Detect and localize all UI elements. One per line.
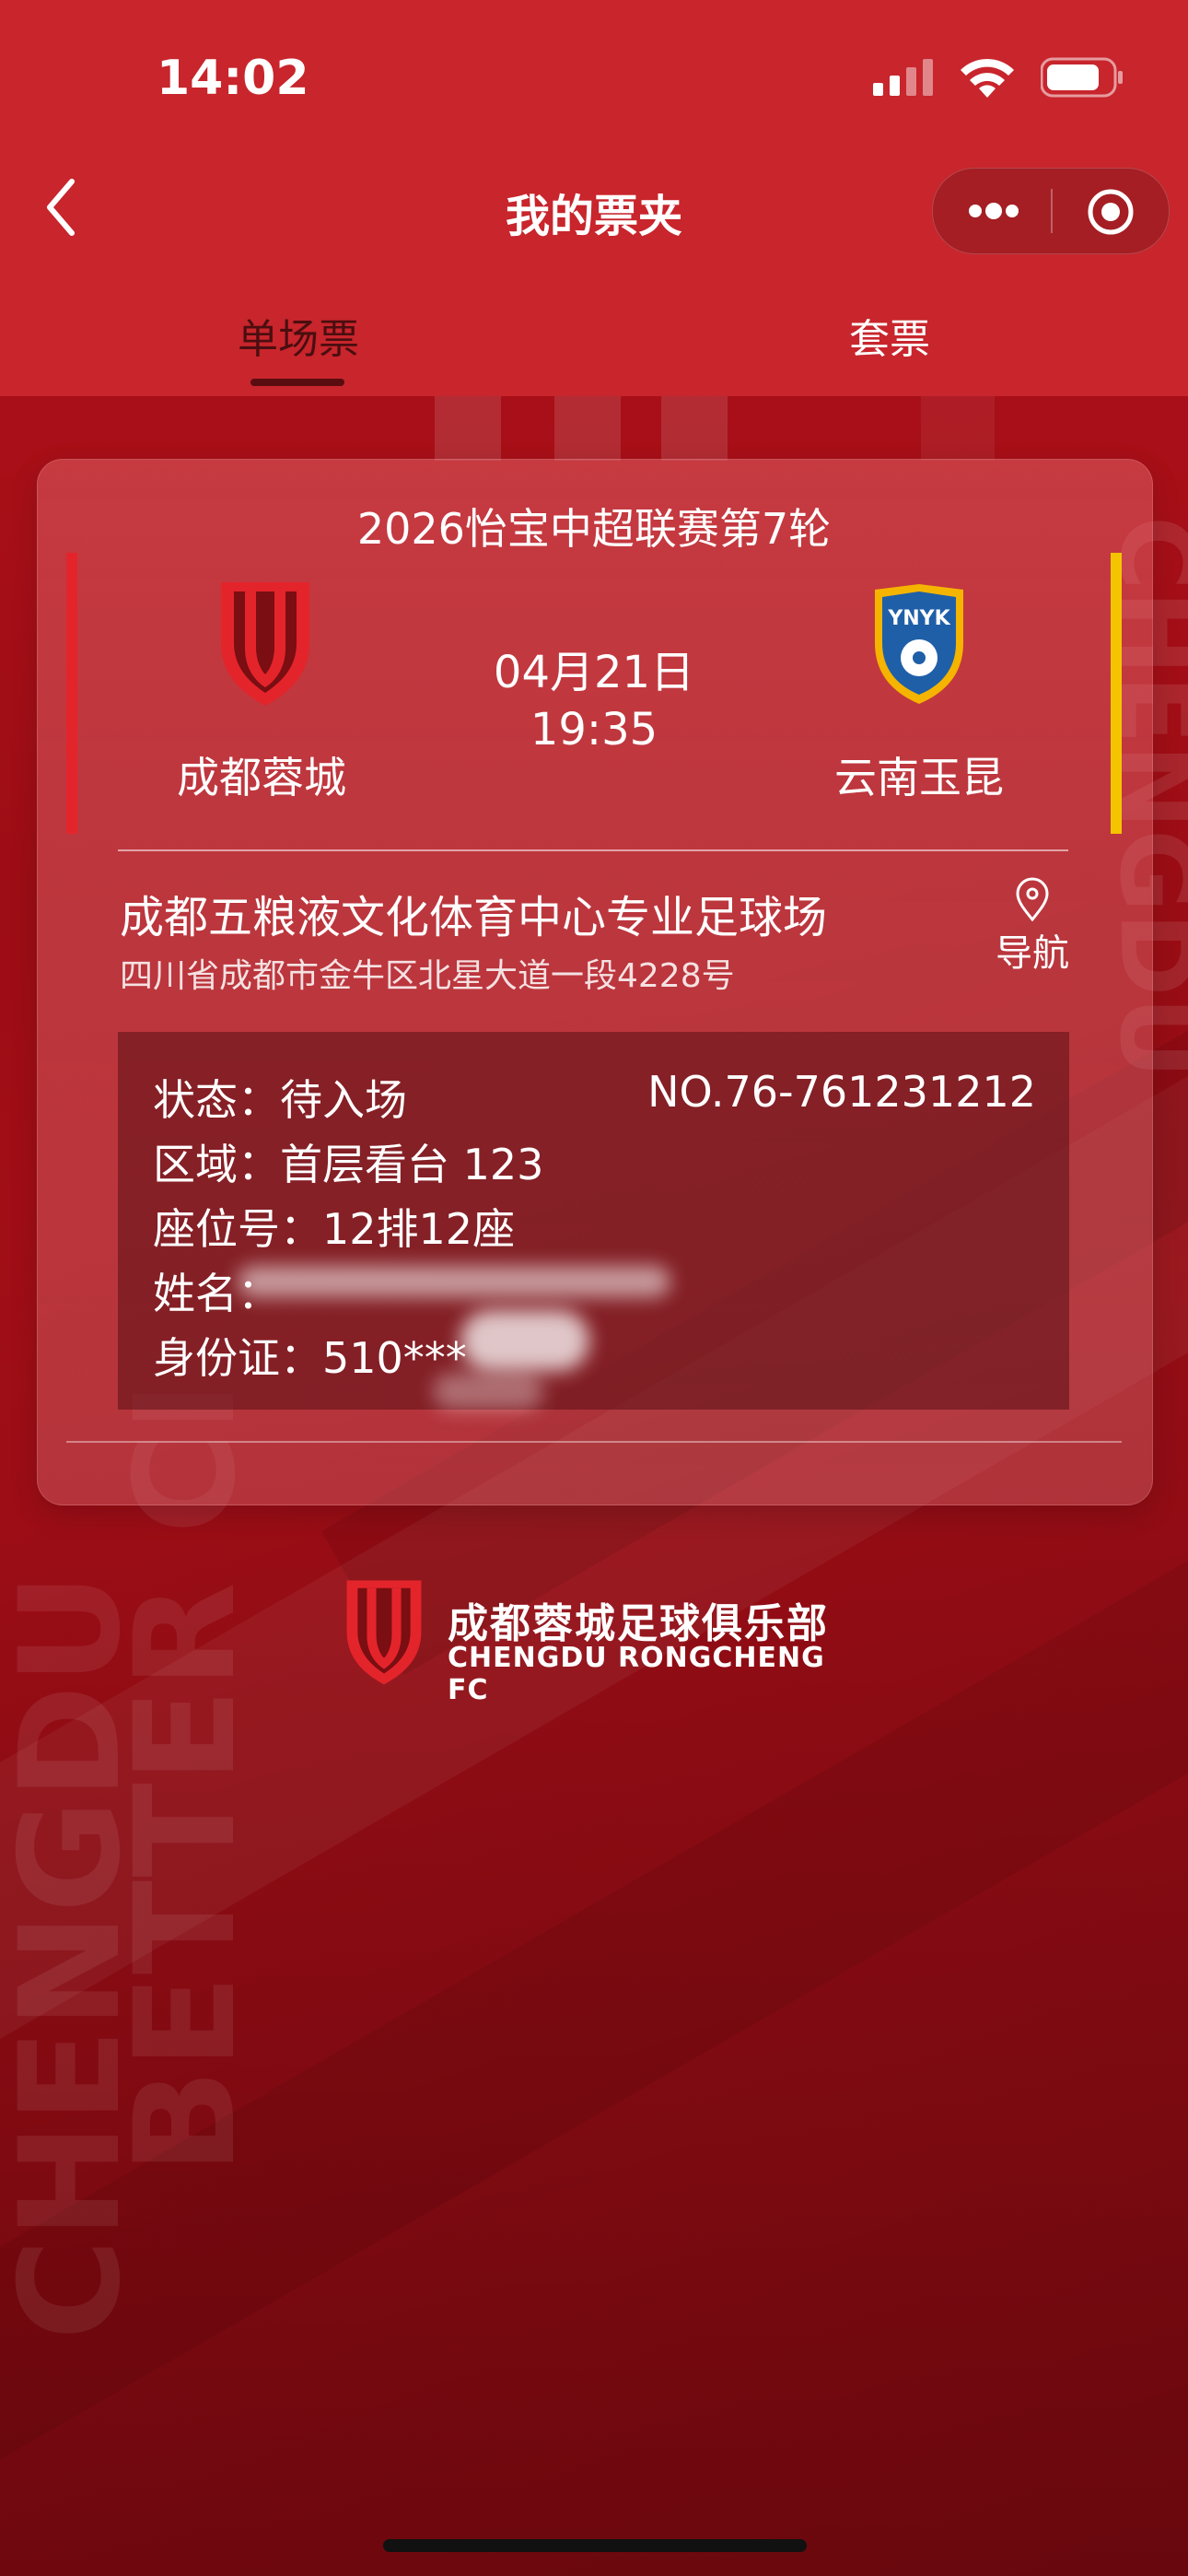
match-round: 2026怡宝中超联赛第7轮: [356, 504, 832, 554]
status-value: 待入场: [280, 1075, 407, 1125]
tab-single-ticket[interactable]: 单场票: [238, 306, 359, 365]
capsule-divider: [1051, 189, 1053, 233]
tab-bar: 单场票 套票: [0, 295, 1188, 396]
ticket-number: NO.76-761231212: [647, 1067, 1036, 1117]
redaction-blur: [460, 1310, 589, 1371]
club-crest-icon: [346, 1580, 422, 1685]
status-icons: [873, 57, 1124, 98]
tab-season-ticket[interactable]: 套票: [849, 306, 930, 365]
home-indicator: [383, 2539, 807, 2552]
away-team-name: 云南玉昆: [834, 753, 1004, 802]
club-name-cn: 成都蓉城足球俱乐部: [448, 1600, 829, 1647]
seat-value: 12排12座: [322, 1204, 516, 1254]
deco-bar: [554, 396, 621, 461]
status-label: 状态：: [153, 1075, 280, 1125]
card-bottom-divider: [66, 1441, 1122, 1443]
ticket-info-panel: 状态：待入场 NO.76-761231212 区域：首层看台 123 座位号：1…: [118, 1032, 1069, 1410]
id-row: 身份证：510***: [153, 1325, 467, 1386]
close-target-icon[interactable]: [1086, 187, 1136, 237]
miniapp-capsule: [932, 168, 1170, 254]
more-dots-icon[interactable]: [966, 196, 1021, 226]
navigate-label: 导航: [996, 932, 1069, 975]
club-logo: 成都蓉城足球俱乐部 CHENGDU RONGCHENG FC: [337, 1577, 853, 1706]
club-name-en: CHENGDU RONGCHENG FC: [448, 1642, 825, 1706]
status-bar: 14:02: [0, 0, 1188, 166]
away-crest-text: YNYK: [887, 607, 950, 630]
area-row: 区域：首层看台 123: [153, 1131, 543, 1192]
area-value: 首层看台 123: [280, 1140, 544, 1189]
deco-bar: [921, 396, 995, 461]
area-label: 区域：: [153, 1140, 280, 1189]
venue-address: 四川省成都市金牛区北星大道一段4228号: [120, 957, 735, 995]
seat-label: 座位号：: [153, 1204, 322, 1254]
match-date: 04月21日: [493, 647, 695, 698]
deco-bar: [435, 396, 501, 461]
away-team-crest-icon: YNYK: [875, 584, 963, 704]
id-label: 身份证：: [153, 1333, 322, 1383]
deco-bar: [661, 396, 728, 461]
navigate-button[interactable]: 导航: [991, 877, 1074, 977]
tab-active-indicator: [250, 379, 344, 386]
match-time: 19:35: [530, 704, 658, 755]
cellular-signal-icon: [873, 59, 933, 96]
battery-icon: [1041, 57, 1123, 98]
card-divider: [118, 849, 1068, 851]
location-pin-icon: [1016, 877, 1049, 921]
venue-name: 成都五粮液文化体育中心专业足球场: [120, 892, 828, 943]
status-row: 状态：待入场: [153, 1067, 407, 1128]
redaction-blur: [238, 1266, 670, 1297]
redaction-blur: [433, 1373, 543, 1410]
status-time: 14:02: [157, 51, 309, 106]
seat-row: 座位号：12排12座: [153, 1196, 515, 1257]
wifi-icon: [961, 58, 1014, 98]
